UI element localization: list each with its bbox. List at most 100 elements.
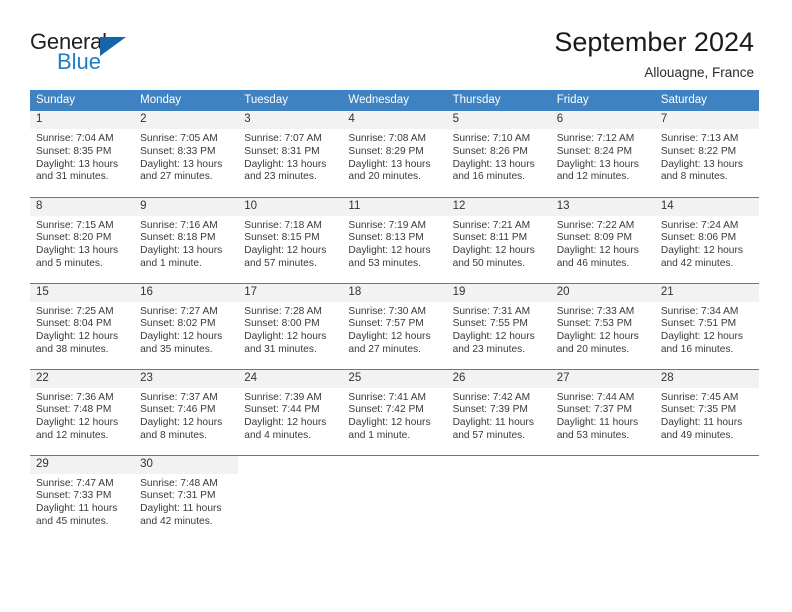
calendar-day-cell[interactable]: 26 Sunrise: 7:42 AM Sunset: 7:39 PM Dayligh…: [446, 368, 551, 455]
calendar-day-cell[interactable]: 15 Sunrise: 7:25 AM Sunset: 8:04 PM Dayligh…: [30, 282, 135, 369]
daylight-text-line1: Daylight: 11 hours: [452, 417, 534, 429]
calendar-day-cell[interactable]: 18 Sunrise: 7:30 AM Sunset: 7:57 PM Dayligh…: [342, 282, 447, 369]
sunrise-text: Sunrise: 7:24 AM: [660, 219, 739, 231]
sunset-text: Sunset: 7:48 PM: [36, 404, 112, 416]
calendar-day-cell[interactable]: 20 Sunrise: 7:33 AM Sunset: 7:53 PM Dayligh…: [550, 282, 655, 369]
weekday-header-monday: Monday: [134, 90, 239, 111]
sunrise-text: Sunrise: 7:30 AM: [348, 305, 427, 317]
daylight-text-line2: and 53 minutes.: [556, 429, 630, 441]
calendar-day-cell[interactable]: 6 Sunrise: 7:12 AM Sunset: 8:24 PM Daylight…: [550, 111, 655, 197]
day-number: 2: [134, 111, 239, 129]
sunset-text: Sunset: 7:55 PM: [452, 318, 528, 330]
daylight-text-line2: and 12 minutes.: [36, 429, 109, 441]
daylight-text-line1: Daylight: 12 hours: [556, 245, 639, 257]
calendar-day-cell[interactable]: 19 Sunrise: 7:31 AM Sunset: 7:55 PM Dayligh…: [446, 282, 551, 369]
sunset-text: Sunset: 7:42 PM: [348, 404, 424, 416]
calendar-day-cell[interactable]: 23 Sunrise: 7:37 AM Sunset: 7:46 PM Dayligh…: [134, 368, 239, 455]
calendar-day-cell[interactable]: 14 Sunrise: 7:24 AM Sunset: 8:06 PM Dayligh…: [654, 196, 759, 283]
sunset-text: Sunset: 8:26 PM: [452, 145, 528, 157]
calendar-day-cell[interactable]: 28 Sunrise: 7:45 AM Sunset: 7:35 PM Dayligh…: [654, 368, 759, 455]
daylight-text-line2: and 38 minutes.: [36, 343, 109, 355]
day-details: Sunrise: 7:41 AM Sunset: 7:42 PM Daylight:…: [342, 388, 446, 443]
calendar-day-cell[interactable]: 2 Sunrise: 7:05 AM Sunset: 8:33 PM Daylight…: [134, 111, 239, 197]
calendar-day-cell[interactable]: 27 Sunrise: 7:44 AM Sunset: 7:37 PM Dayligh…: [550, 368, 655, 455]
daylight-text-line1: Daylight: 13 hours: [660, 158, 743, 170]
daylight-text-line2: and 5 minutes.: [36, 257, 103, 269]
daylight-text-line1: Daylight: 12 hours: [660, 245, 743, 257]
daylight-text-line2: and 16 minutes.: [452, 171, 526, 183]
daylight-text-line1: Daylight: 12 hours: [660, 331, 743, 343]
day-details: Sunrise: 7:31 AM Sunset: 7:55 PM Daylight:…: [447, 302, 551, 357]
calendar-header-row: Sunday Monday Tuesday Wednesday Thursday…: [30, 90, 759, 111]
daylight-text-line2: and 31 minutes.: [36, 171, 109, 183]
calendar-day-cell[interactable]: 25 Sunrise: 7:41 AM Sunset: 7:42 PM Dayligh…: [342, 368, 447, 455]
day-details: Sunrise: 7:16 AM Sunset: 8:18 PM Daylight:…: [134, 216, 238, 271]
day-number: 4: [342, 111, 447, 129]
sunset-text: Sunset: 8:18 PM: [140, 232, 216, 244]
calendar-day-cell[interactable]: 24 Sunrise: 7:39 AM Sunset: 7:44 PM Dayligh…: [238, 368, 343, 455]
day-number: 20: [550, 283, 655, 302]
daylight-text-line2: and 27 minutes.: [348, 343, 421, 355]
daylight-text-line1: Daylight: 13 hours: [140, 245, 223, 257]
sunrise-text: Sunrise: 7:10 AM: [452, 133, 531, 144]
day-details: Sunrise: 7:27 AM Sunset: 8:02 PM Daylight:…: [134, 302, 238, 357]
day-number: 21: [654, 283, 759, 302]
daylight-text-line1: Daylight: 12 hours: [140, 417, 223, 429]
calendar-day-cell[interactable]: 9 Sunrise: 7:16 AM Sunset: 8:18 PM Daylight…: [134, 196, 239, 283]
brand-logo[interactable]: General Blue: [30, 26, 142, 78]
calendar-day-cell[interactable]: 7 Sunrise: 7:13 AM Sunset: 8:22 PM Daylight…: [654, 111, 759, 197]
day-number: 5: [446, 111, 551, 129]
calendar-day-cell[interactable]: 10 Sunrise: 7:18 AM Sunset: 8:15 PM Dayligh…: [238, 196, 343, 283]
title-block: September 2024 Allouagne, France: [554, 26, 756, 83]
calendar-day-cell[interactable]: 1 Sunrise: 7:04 AM Sunset: 8:35 PM Daylight…: [30, 111, 135, 197]
calendar-empty-cell: [238, 454, 343, 541]
day-details: Sunrise: 7:08 AM Sunset: 8:29 PM Daylight:…: [342, 129, 446, 184]
day-number: 9: [134, 197, 239, 216]
daylight-text-line2: and 1 minute.: [140, 257, 202, 269]
day-details: Sunrise: 7:45 AM Sunset: 7:35 PM Daylight:…: [655, 388, 759, 443]
sunset-text: Sunset: 8:11 PM: [452, 232, 528, 244]
day-number: [446, 455, 551, 474]
calendar-day-cell[interactable]: 8 Sunrise: 7:15 AM Sunset: 8:20 PM Daylight…: [30, 196, 135, 283]
calendar-day-cell[interactable]: 11 Sunrise: 7:19 AM Sunset: 8:13 PM Dayligh…: [342, 196, 447, 283]
day-number: 7: [654, 111, 759, 129]
calendar-day-cell[interactable]: 5 Sunrise: 7:10 AM Sunset: 8:26 PM Daylight…: [446, 111, 551, 197]
day-details: Sunrise: 7:37 AM Sunset: 7:46 PM Daylight:…: [134, 388, 238, 443]
sunset-text: Sunset: 7:35 PM: [660, 404, 737, 416]
day-details: Sunrise: 7:47 AM Sunset: 7:33 PM Daylight:…: [30, 474, 134, 529]
sunset-text: Sunset: 8:04 PM: [36, 318, 112, 330]
weekday-header-wednesday: Wednesday: [342, 90, 447, 111]
sunrise-text: Sunrise: 7:48 AM: [140, 477, 218, 489]
calendar-week-row: 29 Sunrise: 7:47 AM Sunset: 7:33 PM Dayligh…: [30, 454, 759, 541]
day-details: Sunrise: 7:24 AM Sunset: 8:06 PM Daylight:…: [655, 216, 759, 271]
weekday-header-tuesday: Tuesday: [238, 90, 343, 111]
daylight-text-line2: and 23 minutes.: [452, 343, 526, 355]
calendar-day-cell[interactable]: 4 Sunrise: 7:08 AM Sunset: 8:29 PM Daylight…: [342, 111, 447, 197]
sunset-text: Sunset: 8:31 PM: [244, 145, 320, 157]
day-details: Sunrise: 7:22 AM Sunset: 8:09 PM Daylight:…: [551, 216, 655, 271]
calendar-day-cell[interactable]: 13 Sunrise: 7:22 AM Sunset: 8:09 PM Dayligh…: [550, 196, 655, 283]
day-number: 24: [238, 369, 343, 388]
day-number: 27: [550, 369, 655, 388]
calendar-day-cell[interactable]: 30 Sunrise: 7:48 AM Sunset: 7:31 PM Dayligh…: [134, 454, 239, 541]
day-number: 14: [654, 197, 759, 216]
calendar-day-cell[interactable]: 29 Sunrise: 7:47 AM Sunset: 7:33 PM Dayligh…: [30, 454, 135, 541]
day-details: Sunrise: 7:10 AM Sunset: 8:26 PM Daylight:…: [447, 129, 551, 184]
calendar-day-cell[interactable]: 21 Sunrise: 7:34 AM Sunset: 7:51 PM Dayligh…: [654, 282, 759, 369]
calendar-day-cell[interactable]: 22 Sunrise: 7:36 AM Sunset: 7:48 PM Dayligh…: [30, 368, 135, 455]
day-details: Sunrise: 7:25 AM Sunset: 8:04 PM Daylight:…: [30, 302, 134, 357]
daylight-text-line2: and 27 minutes.: [140, 171, 213, 183]
daylight-text-line1: Daylight: 12 hours: [348, 331, 431, 343]
calendar-day-cell[interactable]: 16 Sunrise: 7:27 AM Sunset: 8:02 PM Dayligh…: [134, 282, 239, 369]
calendar-day-cell[interactable]: 3 Sunrise: 7:07 AM Sunset: 8:31 PM Daylight…: [238, 111, 343, 197]
sunrise-text: Sunrise: 7:04 AM: [36, 133, 114, 144]
sunrise-text: Sunrise: 7:15 AM: [36, 219, 114, 231]
daylight-text-line2: and 16 minutes.: [660, 343, 734, 355]
sunset-text: Sunset: 8:15 PM: [244, 232, 320, 244]
calendar-day-cell[interactable]: 17 Sunrise: 7:28 AM Sunset: 8:00 PM Dayligh…: [238, 282, 343, 369]
daylight-text-line1: Daylight: 12 hours: [556, 331, 639, 343]
day-number: 18: [342, 283, 447, 302]
day-details: Sunrise: 7:48 AM Sunset: 7:31 PM Daylight:…: [134, 474, 238, 529]
calendar-day-cell[interactable]: 12 Sunrise: 7:21 AM Sunset: 8:11 PM Dayligh…: [446, 196, 551, 283]
sunset-text: Sunset: 7:44 PM: [244, 404, 320, 416]
